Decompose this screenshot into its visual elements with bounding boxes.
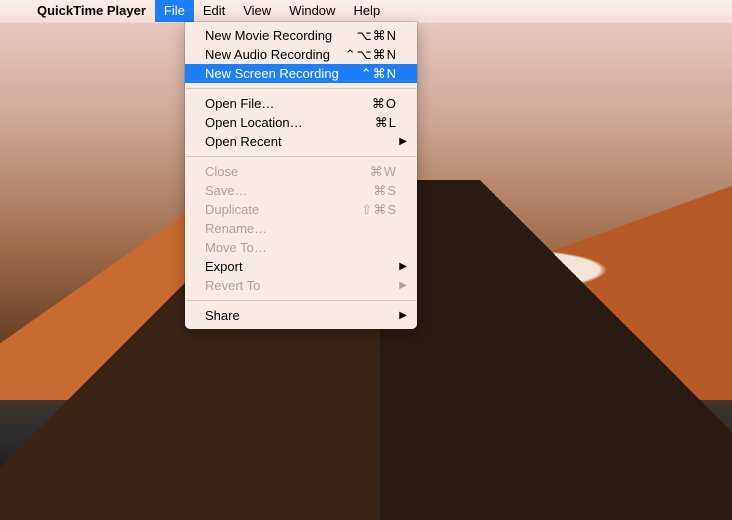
menu-item-new-screen-recording[interactable]: New Screen Recording⌃⌘N [185,64,417,83]
menu-item-share[interactable]: Share▶ [185,306,417,325]
menu-item-save: Save…⌘S [185,181,417,200]
menu-item-label: Revert To [205,276,397,295]
menu-separator [186,300,416,301]
menu-item-shortcut: ⌃⌘N [361,64,397,83]
menu-item-shortcut: ⌥⌘N [357,26,397,45]
menu-item-close: Close⌘W [185,162,417,181]
chevron-right-icon: ▶ [399,132,407,151]
menu-item-shortcut: ⌃⌥⌘N [345,45,397,64]
menu-separator [186,156,416,157]
menu-item-new-movie-recording[interactable]: New Movie Recording⌥⌘N [185,26,417,45]
menu-item-shortcut: ⌘O [372,94,397,113]
file-menu-dropdown: New Movie Recording⌥⌘NNew Audio Recordin… [185,22,417,329]
menu-item-label: Duplicate [205,200,361,219]
menu-item-label: Export [205,257,397,276]
chevron-right-icon: ▶ [399,306,407,325]
menu-file[interactable]: File [155,0,194,22]
menu-item-shortcut: ⇧⌘S [361,200,397,219]
menu-item-label: New Screen Recording [205,64,361,83]
menu-help[interactable]: Help [344,0,389,22]
menu-item-export[interactable]: Export▶ [185,257,417,276]
menu-item-label: New Movie Recording [205,26,357,45]
menu-item-shortcut: ⌘L [375,113,397,132]
menu-item-move-to: Move To… [185,238,417,257]
menu-item-shortcut: ⌘S [373,181,397,200]
menu-item-new-audio-recording[interactable]: New Audio Recording⌃⌥⌘N [185,45,417,64]
menu-item-label: Save… [205,181,373,200]
menu-separator [186,88,416,89]
menu-item-open-location[interactable]: Open Location…⌘L [185,113,417,132]
menu-item-label: Open Location… [205,113,375,132]
menu-window[interactable]: Window [280,0,344,22]
menu-bar: QuickTime Player FileEditViewWindowHelp [0,0,732,23]
menu-item-label: New Audio Recording [205,45,345,64]
menu-item-duplicate: Duplicate⇧⌘S [185,200,417,219]
menu-item-revert-to: Revert To▶ [185,276,417,295]
menu-item-open-file[interactable]: Open File…⌘O [185,94,417,113]
menu-item-label: Open File… [205,94,372,113]
menu-item-label: Move To… [205,238,397,257]
chevron-right-icon: ▶ [399,276,407,295]
menu-item-label: Rename… [205,219,397,238]
app-name[interactable]: QuickTime Player [28,0,155,22]
menu-item-label: Close [205,162,370,181]
chevron-right-icon: ▶ [399,257,407,276]
menu-item-open-recent[interactable]: Open Recent▶ [185,132,417,151]
menu-item-rename: Rename… [185,219,417,238]
menu-item-label: Share [205,306,397,325]
menu-item-label: Open Recent [205,132,397,151]
menu-item-shortcut: ⌘W [370,162,397,181]
menu-edit[interactable]: Edit [194,0,234,22]
menu-view[interactable]: View [234,0,280,22]
